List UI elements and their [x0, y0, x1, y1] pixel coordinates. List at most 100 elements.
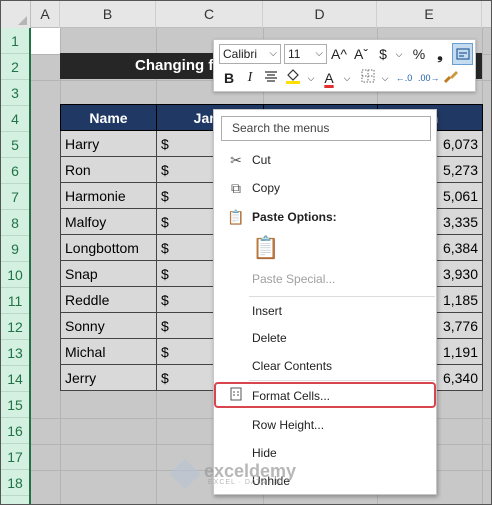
- paste-button[interactable]: 📋: [214, 235, 436, 267]
- name-cell[interactable]: Harmonie: [60, 182, 157, 209]
- name-cell[interactable]: Longbottom: [60, 234, 157, 261]
- chevron-down-icon[interactable]: ⌵: [390, 44, 408, 64]
- scissors-icon: ✂: [230, 152, 242, 168]
- select-all-corner[interactable]: [1, 1, 31, 28]
- comma-style-button[interactable]: ❟: [431, 44, 449, 64]
- menu-item-row-height[interactable]: Row Height...: [214, 412, 436, 438]
- name-cell[interactable]: Michal: [60, 338, 157, 365]
- column-header-c[interactable]: C: [156, 1, 263, 28]
- row-header-15[interactable]: 15: [1, 392, 29, 418]
- wrap-text-button[interactable]: [452, 43, 473, 65]
- row-header-bar: 1 2 3 4 5 6 7 8 9 10 11 12 13 14 15 16 1…: [1, 28, 31, 504]
- excel-window: A B C D E 1 2 3 4 5 6 7 8 9 10 11 12 13 …: [0, 0, 492, 505]
- row-header-12[interactable]: 12: [1, 314, 29, 340]
- row-header-14[interactable]: 14: [1, 366, 29, 392]
- font-color-button[interactable]: A: [320, 68, 338, 88]
- font-name-dropdown[interactable]: Calibri ⌵: [219, 44, 281, 64]
- name-cell[interactable]: Reddle: [60, 286, 157, 313]
- row-header-11[interactable]: 11: [1, 288, 29, 314]
- name-cell[interactable]: Snap: [60, 260, 157, 287]
- row-header-17[interactable]: 17: [1, 444, 29, 470]
- menu-item-label: Insert: [252, 304, 283, 318]
- column-header-e[interactable]: E: [377, 1, 482, 28]
- menu-item-copy[interactable]: ⧉ Copy: [214, 175, 436, 201]
- mini-toolbar: Calibri ⌵ 11 ⌵ A^ Aˇ $ ⌵ % ❟ B I ⌵ A ⌵ ⌵…: [213, 39, 476, 92]
- menu-item-label: Delete: [252, 331, 287, 345]
- format-painter-button[interactable]: [442, 68, 460, 88]
- borders-icon: [361, 69, 375, 83]
- increase-font-size-button[interactable]: A^: [330, 44, 348, 64]
- menu-item-label: Cut: [252, 153, 271, 167]
- menu-separator: [249, 296, 435, 297]
- chevron-down-icon[interactable]: ⌵: [302, 68, 320, 88]
- menu-item-label: Clear Contents: [252, 359, 333, 373]
- align-center-button[interactable]: [262, 68, 280, 88]
- menu-item-insert[interactable]: Insert: [214, 298, 436, 324]
- chevron-down-icon: ⌵: [315, 48, 323, 59]
- row-header-18[interactable]: 18: [1, 470, 29, 496]
- copy-icon: ⧉: [231, 180, 241, 196]
- menu-item-paste-options: 📋 Paste Options:: [214, 204, 436, 230]
- row-header-13[interactable]: 13: [1, 340, 29, 366]
- exceldemy-logo-icon: [169, 458, 201, 490]
- menu-item-clear-contents[interactable]: Clear Contents: [214, 353, 436, 379]
- column-header-b[interactable]: B: [60, 1, 156, 28]
- name-cell[interactable]: Sonny: [60, 312, 157, 339]
- row-header-7[interactable]: 7: [1, 184, 29, 210]
- active-cell[interactable]: [31, 28, 60, 54]
- row-header-16[interactable]: 16: [1, 418, 29, 444]
- menu-item-cut[interactable]: ✂ Cut: [214, 147, 436, 173]
- column-header-bar: A B C D E: [1, 1, 491, 28]
- row-header-1[interactable]: 1: [1, 28, 29, 54]
- fill-color-button[interactable]: [284, 68, 302, 88]
- font-size-dropdown[interactable]: 11 ⌵: [284, 44, 327, 64]
- paint-bucket-icon: [286, 69, 300, 84]
- clipboard-icon: 📋: [252, 235, 280, 260]
- wrap-text-icon: [455, 48, 470, 60]
- row-header-10[interactable]: 10: [1, 262, 29, 288]
- paintbrush-icon: [443, 71, 458, 84]
- decrease-font-size-button[interactable]: Aˇ: [352, 44, 370, 64]
- format-cells-highlight: [214, 382, 436, 408]
- menu-item-label: Row Height...: [252, 418, 325, 432]
- column-header-a[interactable]: A: [31, 1, 60, 28]
- menu-item-label: Copy: [252, 181, 281, 195]
- row-header-8[interactable]: 8: [1, 210, 29, 236]
- percent-style-button[interactable]: %: [410, 44, 428, 64]
- row-header-6[interactable]: 6: [1, 158, 29, 184]
- row-header-5[interactable]: 5: [1, 132, 29, 158]
- watermark: exceldemy EXCEL · DATA · BI: [169, 458, 297, 490]
- increase-decimal-button[interactable]: ←.0: [395, 68, 413, 88]
- name-cell[interactable]: Ron: [60, 156, 157, 183]
- watermark-name: exceldemy: [204, 461, 297, 481]
- align-center-icon: [265, 71, 277, 82]
- context-menu: Search the menus ✂ Cut ⧉ Copy 📋 Paste Op…: [213, 109, 437, 495]
- borders-button[interactable]: [359, 68, 377, 88]
- decrease-decimal-button[interactable]: .00→: [418, 68, 440, 88]
- font-name-value: Calibri: [223, 47, 258, 61]
- column-header-d[interactable]: D: [263, 1, 377, 28]
- menu-item-label: Paste Options:: [252, 210, 337, 224]
- row-header-9[interactable]: 9: [1, 236, 29, 262]
- chevron-down-icon[interactable]: ⌵: [338, 68, 356, 88]
- menu-item-label: Paste Special...: [252, 272, 336, 286]
- row-header-2[interactable]: 2: [1, 54, 29, 80]
- menu-item-paste-special[interactable]: Paste Special...: [214, 266, 436, 292]
- watermark-tagline: EXCEL · DATA · BI: [208, 479, 284, 486]
- menu-item-delete[interactable]: Delete: [214, 325, 436, 351]
- name-cell[interactable]: Jerry: [60, 364, 157, 391]
- row-header-4[interactable]: 4: [1, 106, 29, 132]
- menu-separator: [249, 380, 435, 381]
- bold-button[interactable]: B: [220, 68, 238, 88]
- italic-button[interactable]: I: [241, 68, 259, 88]
- menu-item-label: Hide: [252, 446, 277, 460]
- menu-search-input[interactable]: Search the menus: [221, 116, 431, 141]
- chevron-down-icon[interactable]: ⌵: [376, 68, 394, 88]
- header-name[interactable]: Name: [60, 104, 157, 131]
- name-cell[interactable]: Malfoy: [60, 208, 157, 235]
- name-cell[interactable]: Harry: [60, 130, 157, 157]
- row-header-3[interactable]: 3: [1, 80, 29, 106]
- font-size-value: 11: [288, 47, 301, 61]
- clipboard-icon: 📋: [227, 209, 245, 225]
- chevron-down-icon: ⌵: [269, 48, 277, 59]
